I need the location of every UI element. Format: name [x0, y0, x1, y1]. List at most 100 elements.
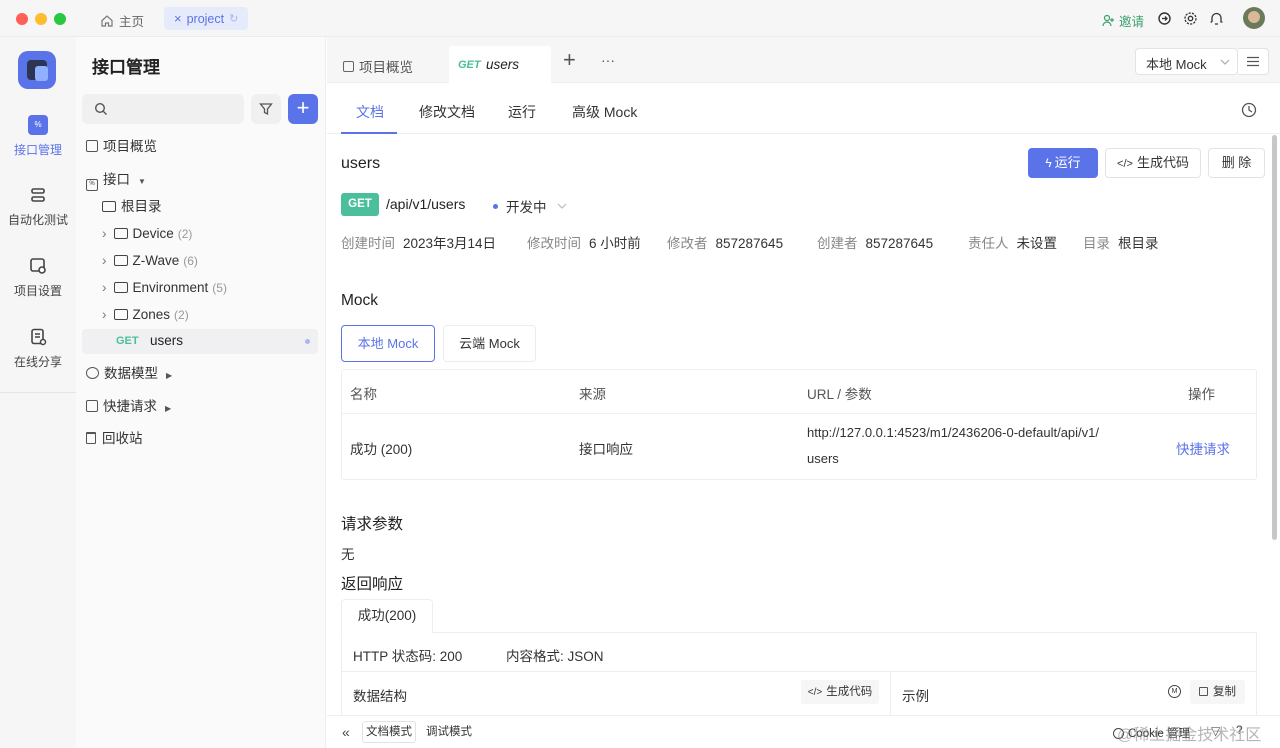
response-tab-200[interactable]: 成功(200) [341, 599, 433, 633]
bell-icon[interactable] [1209, 11, 1224, 26]
tab-local-mock[interactable]: 本地 Mock [341, 325, 435, 362]
tab-get-users[interactable]: GET users [449, 46, 551, 83]
folder-count: (2) [174, 308, 189, 322]
folder-icon [113, 228, 128, 239]
meta-key: 目录 [1083, 236, 1110, 251]
tab-project-overview[interactable]: 项目概览 [343, 56, 413, 76]
tree-folder[interactable]: › Device (2) [102, 222, 192, 246]
avatar[interactable] [1243, 7, 1265, 29]
tree-folder[interactable]: › Z-Wave (6) [102, 249, 198, 273]
close-window-button[interactable] [16, 13, 28, 25]
tree-item-quick-request[interactable]: 快捷请求 ▶ [86, 395, 171, 419]
close-tab-icon[interactable]: × [174, 11, 182, 26]
tab-cloud-mock[interactable]: 云端 Mock [443, 325, 536, 362]
copy-label: 复制 [1213, 686, 1236, 698]
doc-mode-button[interactable]: 文档模式 [362, 721, 416, 743]
invite-button[interactable]: 邀请 [1102, 11, 1144, 30]
minimize-window-button[interactable] [35, 13, 47, 25]
api-icon: % [28, 115, 48, 135]
more-tabs-button[interactable]: ··· [601, 52, 615, 68]
copy-button[interactable]: 复制 [1190, 680, 1245, 704]
tree-folder[interactable]: › Zones (2) [102, 303, 189, 327]
generate-code-small-button[interactable]: </> 生成代码 [801, 680, 879, 704]
rail-item-online-share[interactable]: 在线分享 [0, 327, 76, 370]
rail-item-project-settings[interactable]: 项目设置 [0, 256, 76, 299]
debug-mode-button[interactable]: 调试模式 [421, 721, 477, 743]
project-tab[interactable]: × project ↻ [164, 7, 249, 30]
gear-icon[interactable] [1183, 11, 1198, 26]
generate-code-button[interactable]: </> 生成代码 [1105, 148, 1201, 178]
status-value: 开发中 [506, 200, 547, 215]
filter-icon [259, 103, 273, 116]
example-title: 示例 [902, 689, 929, 704]
sync-icon[interactable] [1157, 11, 1172, 26]
delete-button[interactable]: 删 除 [1208, 148, 1265, 178]
plus-icon: + [563, 47, 576, 72]
api-path: /api/v1/users [386, 196, 466, 212]
meta-key: 创建者 [817, 236, 858, 251]
tree-folder[interactable]: › Environment (5) [102, 276, 227, 300]
folder-name: Environment [132, 280, 209, 295]
tab-edit-doc[interactable]: 修改文档 [419, 102, 475, 122]
collapse-sidebar-icon[interactable]: « [342, 724, 350, 740]
generate-code-label: 生成代码 [1136, 155, 1189, 170]
tree-item-root[interactable]: 根目录 [102, 195, 162, 219]
automation-icon [28, 185, 48, 205]
tab-advanced-mock[interactable]: 高级 Mock [572, 102, 637, 122]
filter-button[interactable] [251, 94, 281, 124]
chevron-down-icon [1220, 59, 1230, 65]
mock-section-title: Mock [341, 292, 379, 309]
tree-item-endpoint-selected[interactable]: GET users [82, 329, 318, 354]
sync-icon: ↻ [229, 13, 239, 25]
project-tab-label: project [186, 11, 225, 26]
tab-doc[interactable]: 文档 [356, 102, 384, 122]
mock-m-icon[interactable]: M [1168, 685, 1181, 698]
panel-title: 接口管理 [92, 58, 160, 77]
chevron-right-icon: › [102, 226, 107, 241]
quick-request-icon [86, 400, 98, 412]
mock-row-url-cont[interactable]: users [807, 451, 839, 466]
method-badge: GET [116, 335, 139, 347]
active-tab-indicator [341, 132, 397, 134]
tree-label: 接口 [103, 172, 130, 187]
tree-label: 项目概览 [103, 139, 157, 154]
tab-run[interactable]: 运行 [508, 102, 536, 122]
tree-item-trash[interactable]: 回收站 [86, 427, 143, 451]
tree-item-api[interactable]: % 接口 ▼ [86, 168, 146, 192]
status-dot [305, 339, 310, 344]
tab-label: users [486, 57, 520, 72]
bottom-bar: « 文档模式 调试模式 Cookie 管理 ▽ ? @稀土掘金技术社区 [327, 715, 1280, 748]
search-input[interactable] [82, 94, 244, 124]
params-title: 请求参数 [341, 516, 404, 533]
maximize-window-button[interactable] [54, 13, 66, 25]
quick-request-link[interactable]: 快捷请求 [1176, 438, 1230, 458]
home-tab[interactable]: 主页 [100, 11, 144, 30]
chevron-right-icon: › [102, 253, 107, 268]
main-scrollbar[interactable] [1272, 135, 1277, 540]
params-value: 无 [341, 547, 355, 562]
column-header: 来源 [579, 387, 606, 402]
tree-item-overview[interactable]: 项目概览 [86, 135, 157, 159]
tree-item-data-models[interactable]: 数据模型 ▶ [86, 362, 172, 386]
menu-icon [1247, 56, 1259, 67]
api-icon: % [86, 179, 98, 191]
environment-select[interactable]: 本地 Mock [1135, 48, 1238, 75]
folder-count: (6) [183, 254, 198, 268]
history-icon[interactable] [1241, 102, 1257, 118]
new-tab-button[interactable]: + [563, 47, 576, 72]
tree-label: 快捷请求 [103, 399, 157, 414]
method-badge: GET [458, 59, 481, 71]
rail-item-api-management[interactable]: % 接口管理 [0, 115, 76, 158]
meta-value: 根目录 [1118, 236, 1159, 251]
environment-menu-button[interactable] [1238, 48, 1269, 75]
rail-item-automation[interactable]: 自动化测试 [0, 185, 76, 228]
run-button[interactable]: ϟ 运行 [1028, 148, 1098, 178]
endpoint-name: users [150, 333, 184, 348]
mock-row-url[interactable]: http://127.0.0.1:4523/m1/2436206-0-defau… [807, 425, 1099, 440]
search-icon [94, 102, 107, 115]
status-select[interactable]: 开发中 [493, 196, 567, 216]
rail-divider [0, 392, 76, 393]
column-header: 名称 [350, 387, 377, 402]
project-logo[interactable] [18, 51, 56, 89]
add-button[interactable]: + [288, 94, 318, 124]
